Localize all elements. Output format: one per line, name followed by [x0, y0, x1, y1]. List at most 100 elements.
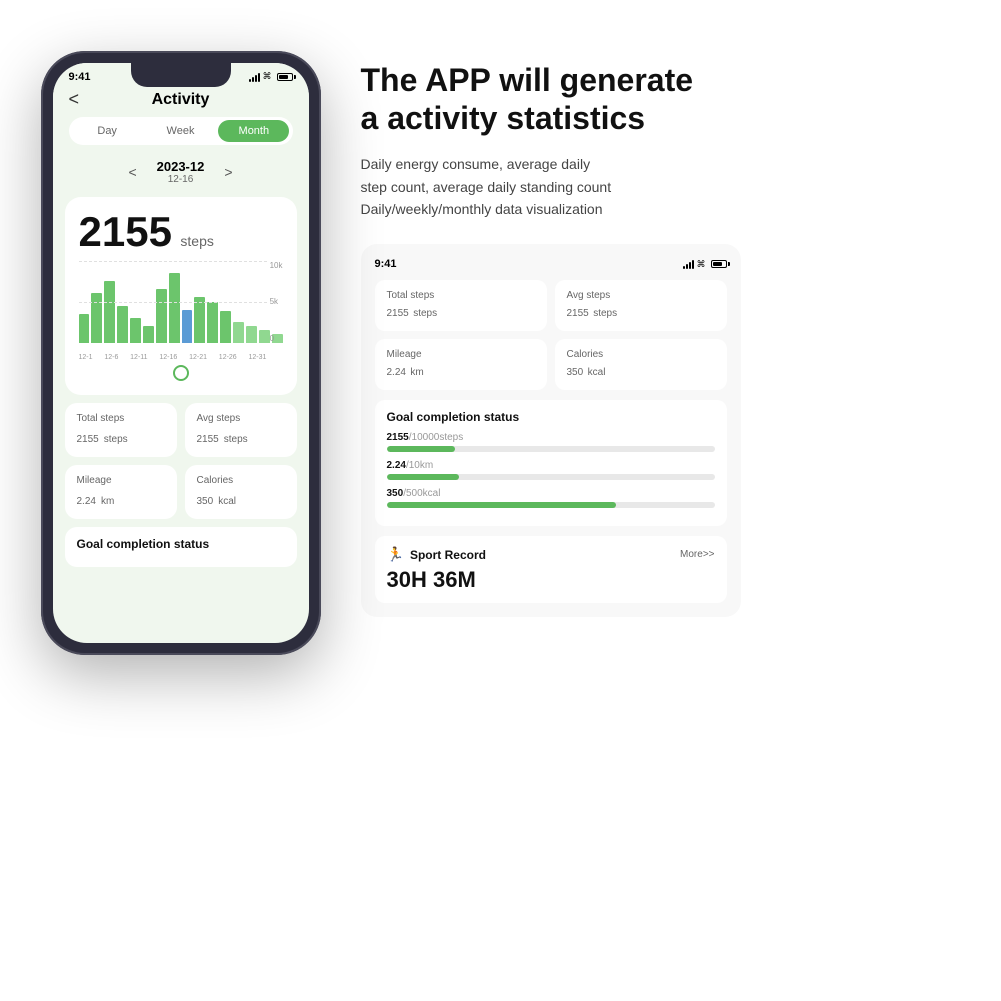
sport-time: 30H 36M	[387, 567, 715, 593]
chart-card: 2155 steps 10k 5k 0	[65, 197, 297, 395]
stat-calories-value: 350 kcal	[197, 488, 285, 509]
bar-9	[182, 310, 193, 343]
goal-section-title: Goal completion status	[77, 537, 285, 551]
date-prev-button[interactable]: <	[128, 164, 136, 180]
mini-stat-calories-label: Calories	[567, 349, 715, 360]
bar-6	[143, 326, 154, 342]
mini-stat-mileage-value: 2.24 km	[387, 362, 535, 380]
sport-record-header: 🏃 Sport Record More>>	[387, 546, 715, 563]
progress-calories-bar	[387, 502, 715, 508]
bar-3	[104, 281, 115, 343]
mini-stat-avg-steps-label: Avg steps	[567, 290, 715, 301]
steps-display: 2155 steps	[79, 211, 283, 253]
mini-stat-avg-steps: Avg steps 2155 steps	[555, 280, 727, 331]
progress-calories: 350/500kcal	[387, 488, 715, 508]
progress-steps-label: 2155/10000steps	[387, 432, 715, 443]
mini-panel: 9:41 ⌘ Total steps	[361, 244, 741, 617]
progress-steps: 2155/10000steps	[387, 432, 715, 452]
bar-11	[207, 302, 218, 343]
status-time: 9:41	[69, 71, 91, 83]
progress-calories-fill	[387, 502, 617, 508]
chart-slider-dot[interactable]	[173, 365, 189, 381]
more-link[interactable]: More>>	[680, 549, 714, 560]
goal-section: Goal completion status	[65, 527, 297, 567]
mini-goal-title: Goal completion status	[387, 410, 715, 424]
stat-total-steps: Total steps 2155 steps	[65, 403, 177, 457]
progress-mileage-fill	[387, 474, 459, 480]
mini-goal-section: Goal completion status 2155/10000steps 2…	[375, 400, 727, 526]
headline-line2: a activity statistics	[361, 100, 646, 136]
app-title: Activity	[152, 91, 210, 109]
date-sub: 12-16	[157, 174, 205, 185]
steps-number: 2155	[79, 208, 172, 255]
stat-mileage-label: Mileage	[77, 475, 165, 486]
battery-icon	[277, 73, 293, 81]
tab-bar: Day Week Month	[69, 117, 293, 145]
mini-stat-avg-steps-value: 2155 steps	[567, 303, 715, 321]
mini-stat-calories: Calories 350 kcal	[555, 339, 727, 390]
mini-stats-grid: Total steps 2155 steps Avg steps 2155 st…	[375, 280, 727, 390]
run-icon: 🏃	[387, 546, 404, 563]
bar-7	[156, 289, 167, 342]
signal-icon	[249, 72, 260, 82]
progress-mileage-label: 2.24/10km	[387, 460, 715, 471]
date-next-button[interactable]: >	[224, 164, 232, 180]
description: Daily energy consume, average daily step…	[361, 153, 961, 220]
headline-line1: The APP will generate	[361, 62, 694, 98]
mini-time: 9:41	[375, 258, 397, 270]
bar-chart: 10k 5k 0	[79, 261, 283, 361]
mini-signal-icon	[683, 259, 694, 269]
steps-unit: steps	[180, 233, 213, 249]
phone-notch	[131, 63, 231, 87]
stat-mileage: Mileage 2.24 km	[65, 465, 177, 519]
tab-month[interactable]: Month	[218, 120, 289, 142]
stat-calories-label: Calories	[197, 475, 285, 486]
bar-8	[169, 273, 180, 343]
wifi-icon: ⌘	[263, 71, 272, 82]
status-bar: 9:41 ⌘	[53, 63, 309, 87]
headline: The APP will generate a activity statist…	[361, 61, 961, 138]
mini-battery-icon	[711, 260, 727, 268]
stat-total-steps-value: 2155 steps	[77, 426, 165, 447]
bar-12	[220, 311, 231, 342]
bar-13	[233, 322, 244, 343]
mini-stat-total-steps-label: Total steps	[387, 290, 535, 301]
chart-y-labels: 10k 5k 0	[270, 261, 283, 343]
mini-stat-total-steps-value: 2155 steps	[387, 303, 535, 321]
stat-avg-steps-label: Avg steps	[197, 413, 285, 424]
mini-icons: ⌘	[683, 259, 727, 270]
bar-14	[246, 326, 257, 342]
tab-day[interactable]: Day	[72, 120, 143, 142]
main-container: 9:41 ⌘ < Activity	[21, 31, 981, 971]
mini-wifi-icon: ⌘	[697, 259, 706, 270]
phone-screen: 9:41 ⌘ < Activity	[53, 63, 309, 643]
sport-record-title: 🏃 Sport Record	[387, 546, 486, 563]
stat-avg-steps-value: 2155 steps	[197, 426, 285, 447]
date-main: 2023-12	[157, 159, 205, 174]
status-icons: ⌘	[249, 71, 293, 82]
tab-week[interactable]: Week	[145, 120, 216, 142]
bar-1	[79, 314, 90, 343]
date-nav: < 2023-12 12-16 >	[53, 155, 309, 189]
bar-4	[117, 306, 128, 343]
stat-calories: Calories 350 kcal	[185, 465, 297, 519]
app-header: < Activity	[53, 87, 309, 117]
back-button[interactable]: <	[69, 89, 80, 110]
sport-record-label: Sport Record	[410, 548, 486, 562]
bar-5	[130, 318, 141, 343]
mini-stat-calories-value: 350 kcal	[567, 362, 715, 380]
progress-calories-label: 350/500kcal	[387, 488, 715, 499]
mini-status-bar: 9:41 ⌘	[375, 258, 727, 270]
chart-line-5k	[79, 302, 267, 303]
stats-grid: Total steps 2155 steps Avg steps 2155 st…	[65, 403, 297, 519]
mini-stat-total-steps: Total steps 2155 steps	[375, 280, 547, 331]
progress-steps-bar	[387, 446, 715, 452]
progress-mileage-bar	[387, 474, 715, 480]
phone-mockup: 9:41 ⌘ < Activity	[41, 51, 321, 655]
bar-15	[259, 330, 270, 342]
date-display: 2023-12 12-16	[157, 159, 205, 185]
mini-stat-mileage-label: Mileage	[387, 349, 535, 360]
mini-stat-mileage: Mileage 2.24 km	[375, 339, 547, 390]
stat-total-steps-label: Total steps	[77, 413, 165, 424]
progress-mileage: 2.24/10km	[387, 460, 715, 480]
